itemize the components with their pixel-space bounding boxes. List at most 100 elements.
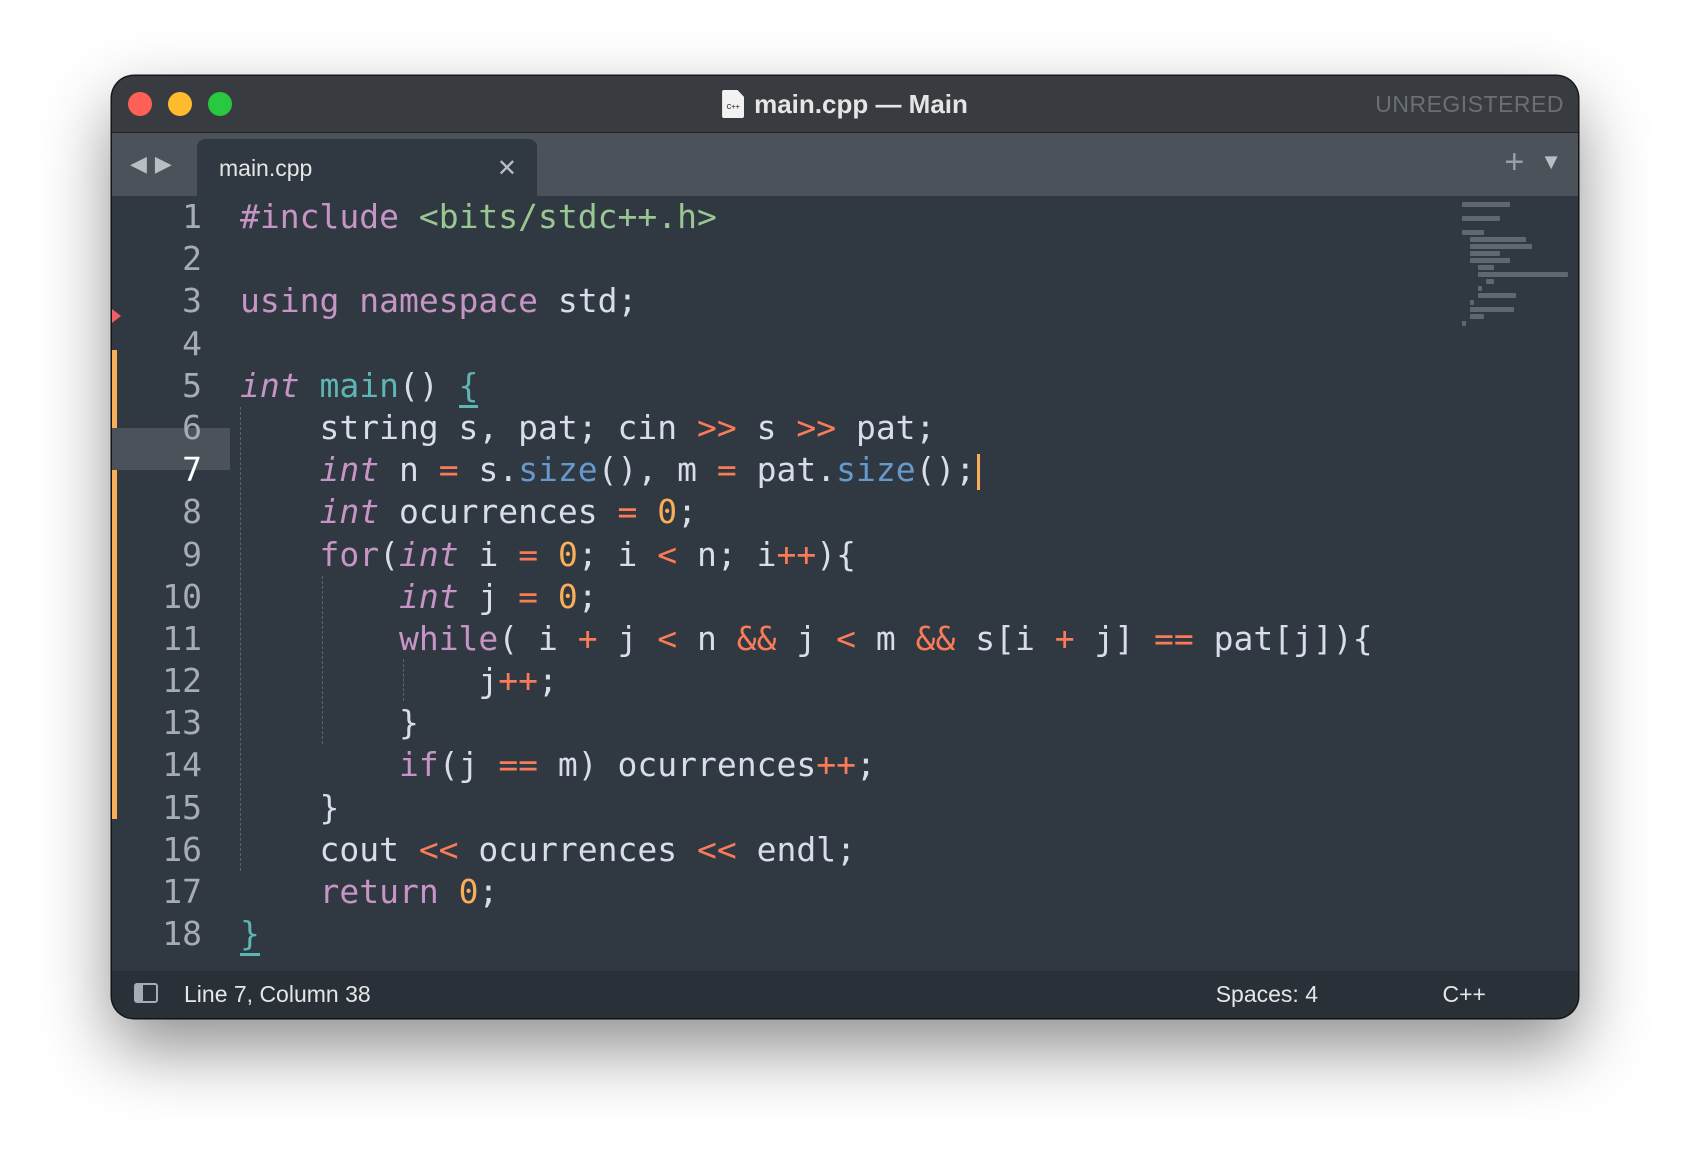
code-line[interactable]: } (240, 702, 1373, 744)
code-token: = (518, 534, 539, 574)
code-token: using (240, 281, 340, 321)
minimap[interactable] (1462, 202, 1574, 328)
back-arrow-icon[interactable]: ◀ (130, 153, 147, 175)
tab-main-cpp[interactable]: main.cpp ✕ (197, 139, 537, 196)
code-line[interactable]: j++; (240, 660, 1373, 702)
code-token: ocurrences (458, 829, 697, 869)
code-token: for (319, 534, 380, 574)
minimap-line (1462, 321, 1466, 326)
code-token: << (696, 829, 737, 869)
new-tab-icon[interactable]: + (1504, 145, 1524, 179)
cursor-position[interactable]: Line 7, Column 38 (184, 971, 371, 1018)
code-token: = (438, 450, 459, 490)
line-number[interactable]: 17 (112, 871, 202, 913)
code-token: j (597, 618, 658, 658)
code-token: (j (438, 745, 499, 785)
code-token: && (736, 618, 777, 658)
line-number[interactable]: 14 (112, 744, 202, 786)
line-number[interactable]: 12 (112, 660, 202, 702)
code-line[interactable]: if(j == m) ocurrences++; (240, 744, 1373, 786)
line-number[interactable]: 10 (112, 576, 202, 618)
line-number[interactable]: 15 (112, 787, 202, 829)
code-editor[interactable]: 1 2 3 4 5 6 7 8 9 10 11 12 13 14 15 16 17 18 #include <bi… (112, 196, 1578, 971)
code-line[interactable]: while( i + j < n && j < m && s[i + j] ==… (240, 618, 1373, 660)
code-token: ; (855, 745, 876, 785)
line-number[interactable]: 7 (112, 449, 202, 491)
code-token: n (677, 618, 737, 658)
code-token: + (1054, 618, 1075, 658)
line-number[interactable]: 3 (112, 280, 202, 322)
minimap-line (1462, 216, 1500, 221)
window-title-group: C++ main.cpp — Main (112, 76, 1578, 132)
code-line[interactable]: #include <bits/stdc++.h> (240, 196, 1373, 238)
code-token: } (240, 914, 260, 957)
line-number[interactable]: 11 (112, 618, 202, 660)
code-token: ; (577, 576, 598, 616)
code-line[interactable]: ​ (240, 238, 1373, 280)
code-token: size (518, 450, 598, 490)
line-number[interactable]: 18 (112, 913, 202, 955)
code-token: j (240, 661, 499, 701)
code-token: #include (240, 197, 399, 236)
code-token: ( (379, 534, 399, 574)
code-line[interactable]: int n = s.size(), m = pat.size(); (240, 449, 1373, 491)
indentation-setting[interactable]: Spaces: 4 (1216, 971, 1318, 1018)
forward-arrow-icon[interactable]: ▶ (155, 153, 172, 175)
code-token: { (458, 365, 479, 408)
code-token: ; (677, 492, 698, 532)
editor-window: C++ main.cpp — Main UNREGISTERED ◀ ▶ mai… (112, 76, 1578, 1018)
code-token: == (498, 745, 539, 785)
minimap-line (1470, 314, 1484, 319)
code-line[interactable]: int j = 0; (240, 576, 1373, 618)
code-text[interactable]: #include <bits/stdc++.h>​using namespace… (240, 196, 1373, 957)
minimap-line (1462, 202, 1510, 207)
line-number[interactable]: 4 (112, 323, 202, 365)
tab-menu-icon[interactable]: ▼ (1540, 145, 1562, 179)
code-line[interactable]: int ocurrences = 0; (240, 491, 1373, 533)
close-tab-icon[interactable]: ✕ (497, 139, 517, 199)
code-token: + (577, 618, 598, 658)
code-line[interactable]: ​ (240, 323, 1373, 365)
minimap-line (1470, 258, 1510, 263)
line-number-gutter[interactable]: 1 2 3 4 5 6 7 8 9 10 11 12 13 14 15 16 17 18 (112, 196, 202, 955)
code-token: < (836, 618, 856, 658)
code-token: string s, pat; cin (240, 407, 697, 447)
code-token: ){ (816, 534, 857, 574)
code-line[interactable]: int main() { (240, 365, 1373, 408)
line-number[interactable]: 5 (112, 365, 202, 407)
code-token: <bits/stdc++.h> (418, 197, 717, 236)
tab-actions: + ▼ (1504, 145, 1562, 179)
syntax-selector[interactable]: C++ (1443, 971, 1486, 1018)
sidebar-toggle-icon[interactable] (134, 983, 158, 1003)
title-bar[interactable]: C++ main.cpp — Main UNREGISTERED (112, 76, 1578, 133)
code-line[interactable]: return 0; (240, 871, 1373, 913)
line-number[interactable]: 8 (112, 491, 202, 533)
code-token: ocurrences (379, 492, 618, 532)
code-token: j] (1074, 618, 1155, 658)
minimap-line (1486, 279, 1494, 284)
line-number[interactable]: 9 (112, 534, 202, 576)
code-token: j (458, 576, 519, 616)
code-line[interactable]: } (240, 787, 1373, 829)
line-number[interactable]: 13 (112, 702, 202, 744)
code-line[interactable]: } (240, 913, 1373, 957)
code-line[interactable]: for(int i = 0; i < n; i++){ (240, 534, 1373, 576)
tab-navigation: ◀ ▶ (130, 153, 172, 175)
line-number[interactable]: 1 (112, 196, 202, 238)
line-number[interactable]: 2 (112, 238, 202, 280)
line-number[interactable]: 16 (112, 829, 202, 871)
code-token: ; (538, 661, 558, 701)
code-line[interactable]: using namespace std; (240, 280, 1373, 322)
code-token: } (240, 703, 419, 743)
code-line[interactable]: cout << ocurrences << endl; (240, 829, 1373, 871)
code-line[interactable]: string s, pat; cin >> s >> pat; (240, 407, 1373, 449)
line-number[interactable]: 6 (112, 407, 202, 449)
